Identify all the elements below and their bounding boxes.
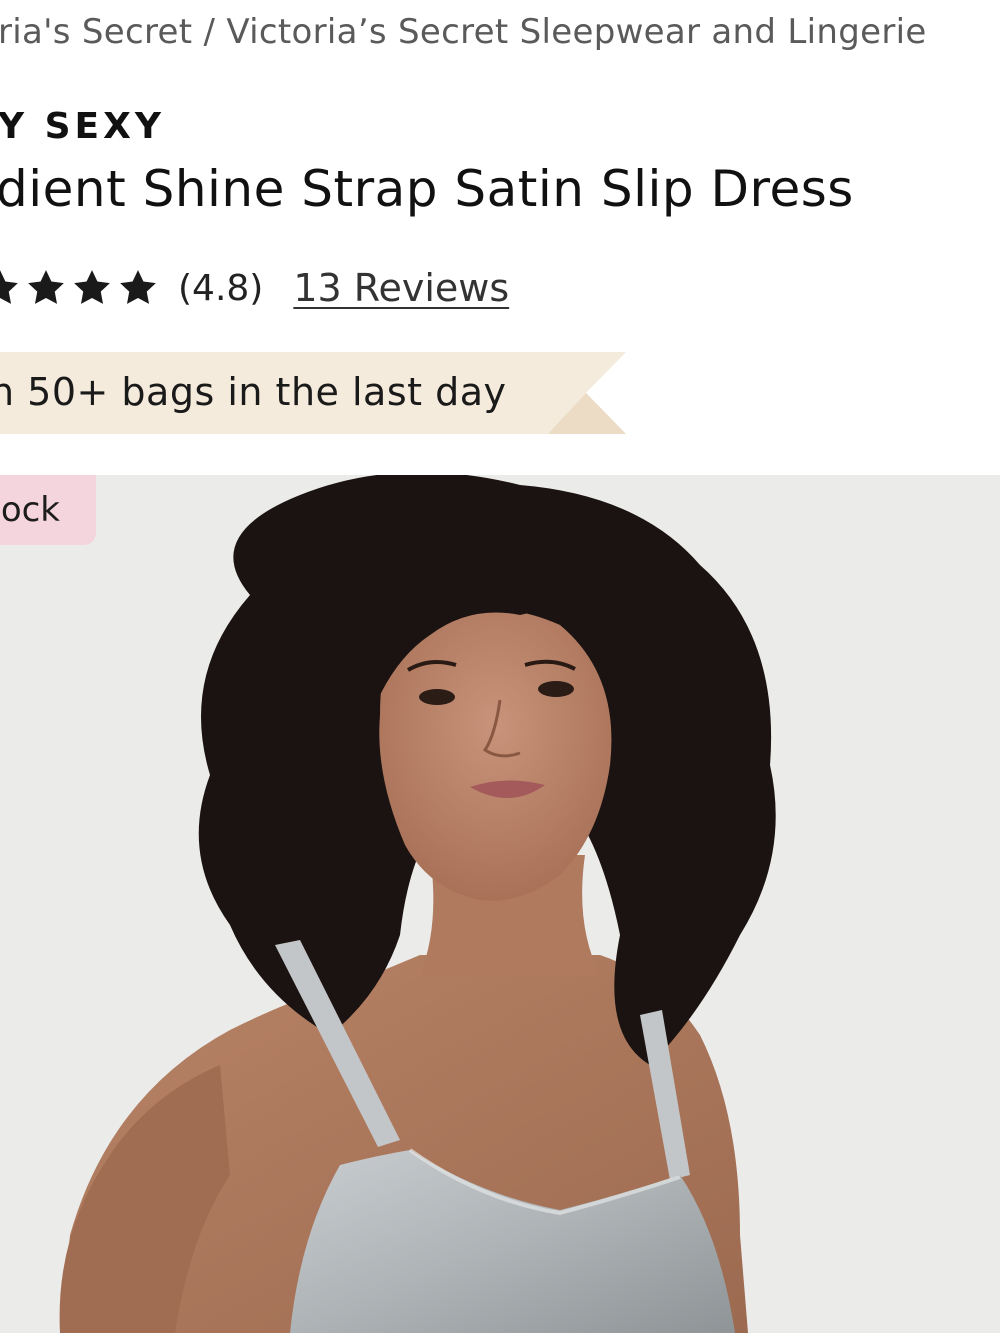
star-icon: [0, 270, 18, 304]
promo-text: n 50+ bags in the last day: [0, 370, 507, 414]
star-icon: [120, 270, 156, 304]
star-icon: [74, 270, 110, 304]
product-image[interactable]: ock: [0, 475, 1000, 1333]
star-icon: [28, 270, 64, 304]
product-page: ria's Secret / Victoria’s Secret Sleepwe…: [0, 0, 1000, 1333]
breadcrumb-link[interactable]: ria's Secret / Victoria’s Secret Sleepwe…: [0, 12, 927, 52]
product-title: dient Shine Strap Satin Slip Dress: [0, 160, 854, 218]
reviews-link[interactable]: 13 Reviews: [293, 266, 509, 310]
promo-banner: n 50+ bags in the last day: [0, 352, 626, 434]
stock-badge: ock: [0, 475, 96, 545]
rating-stars: [0, 267, 162, 309]
model-photo: [0, 475, 1000, 1333]
breadcrumb[interactable]: ria's Secret / Victoria’s Secret Sleepwe…: [0, 12, 927, 52]
product-brand: Y SEXY: [0, 106, 165, 147]
rating-value: (4.8): [178, 267, 264, 309]
rating-row: (4.8) 13 Reviews: [0, 258, 509, 318]
